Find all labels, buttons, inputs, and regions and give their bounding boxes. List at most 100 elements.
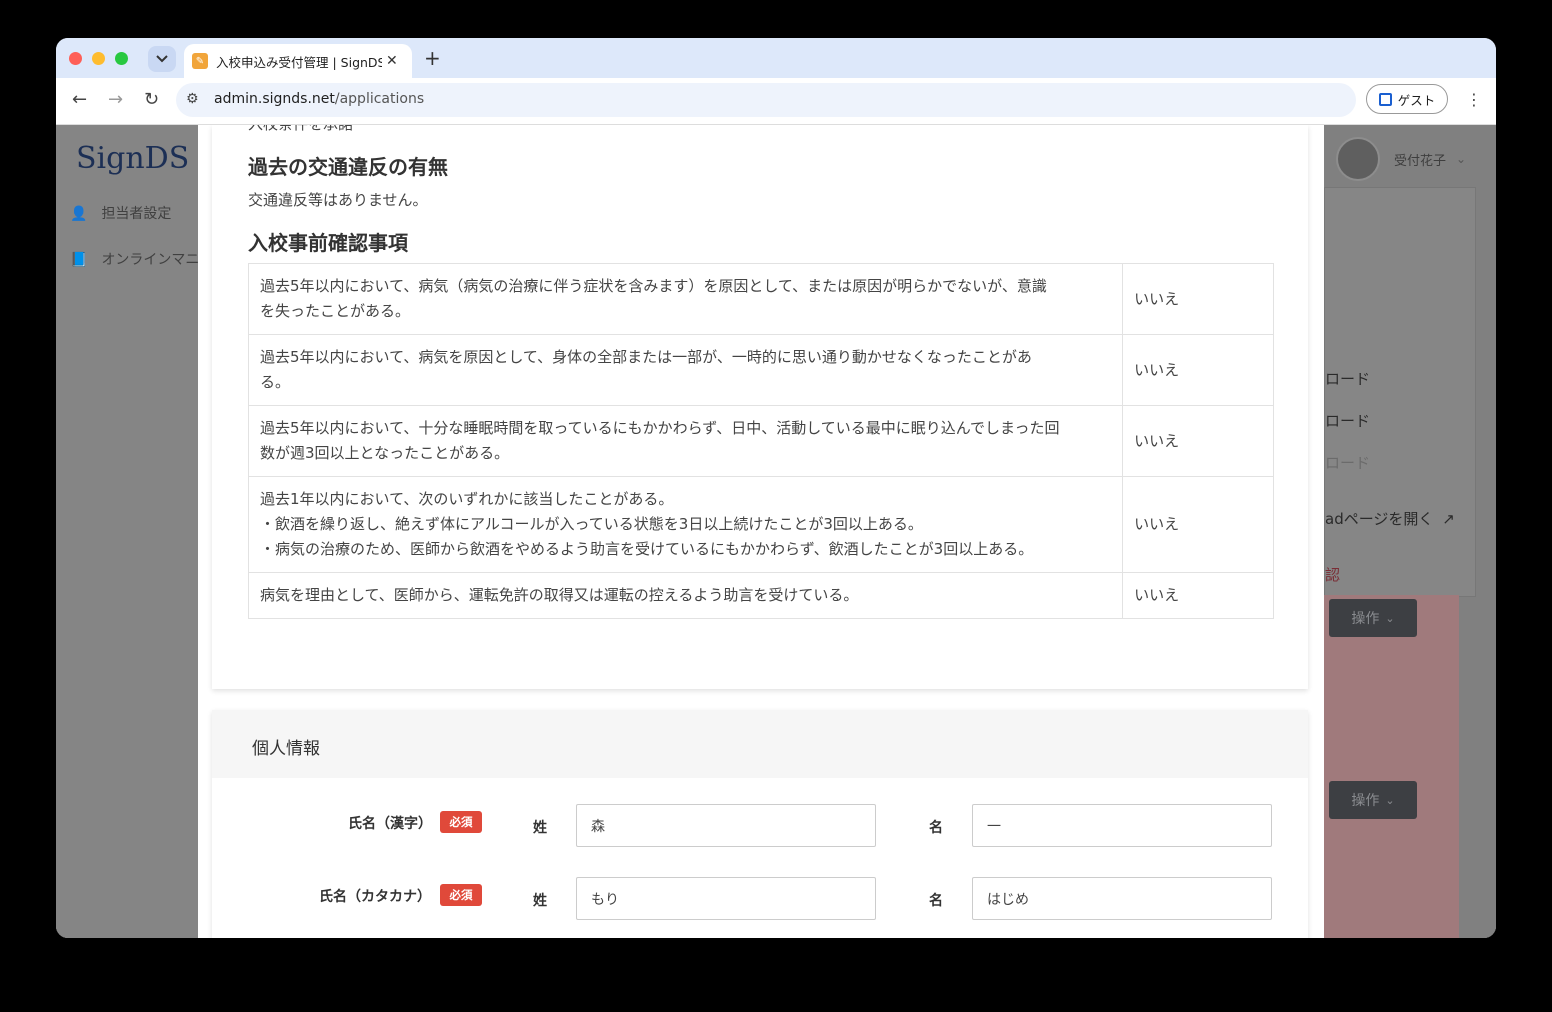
question-line: ・飲酒を繰り返し、絶えず体にアルコールが入っている状態を3日以上続けたことが3回…	[260, 515, 923, 533]
violation-text: 交通違反等はありません。	[248, 191, 428, 209]
profile-icon	[1378, 92, 1392, 106]
guest-label: ゲスト	[1397, 92, 1436, 108]
application-detail-modal: 入校条件を承諾 過去の交通違反の有無 交通違反等はありません。 入校事前確認事項…	[198, 125, 1324, 938]
user-menu: 受付花子 ⌄	[1336, 137, 1466, 181]
application-conditions-card: 入校条件を承諾 過去の交通違反の有無 交通違反等はありません。 入校事前確認事項…	[212, 125, 1308, 689]
name-kana-sei-input[interactable]	[576, 877, 876, 920]
table-row: 過去5年以内において、病気を原因として、身体の全部または一部が、一時的に思い通り…	[247, 334, 1274, 406]
chevron-down-icon	[156, 55, 168, 63]
dropdown-item: ロード	[1325, 412, 1371, 430]
question-line: ・病気の治療のため、医師から飲酒をやめるよう助言を受けているにもかかわらず、飲酒…	[260, 540, 1034, 558]
operation-button-label: 操作	[1351, 793, 1380, 809]
external-link-icon: ↗	[1442, 510, 1455, 528]
violation-heading: 過去の交通違反の有無	[248, 155, 448, 179]
name-kanji-label: 氏名（漢字）	[348, 816, 432, 832]
personal-info-header: 個人情報	[212, 710, 1308, 778]
browser-window: ✎ 入校申込み受付管理 | SignDS（ ✕ + ← → ↻ ⚙ admin.…	[56, 38, 1496, 938]
pre-admission-checks-table: 過去5年以内において、病気（病気の治療に伴う症状を含みます）を原因として、または…	[247, 263, 1274, 619]
required-badge: 必須	[440, 811, 482, 833]
question-line: 病気を理由として、医師から、運転免許の取得又は運転の控えるよう助言を受けている。	[260, 586, 859, 604]
name-kanji-mei-input[interactable]	[972, 804, 1272, 847]
sei-label: 姓	[533, 820, 547, 836]
maximize-window-button[interactable]	[115, 52, 128, 65]
chevron-down-icon: ⌄	[1385, 611, 1395, 625]
question-cell: 過去5年以内において、十分な睡眠時間を取っているにもかかわらず、日中、活動してい…	[247, 405, 1124, 477]
new-tab-button[interactable]: +	[424, 46, 441, 70]
mei-label: 名	[929, 820, 943, 836]
question-line: を失ったことがある。	[260, 302, 411, 320]
sei-label: 姓	[533, 893, 547, 909]
question-line: 過去5年以内において、病気（病気の治療に伴う症状を含みます）を原因として、または…	[260, 277, 1047, 295]
sidebar-item-label: オンラインマニ	[101, 252, 200, 268]
dropdown-item-open-page: adページを開く ↗	[1325, 508, 1455, 529]
address-bar[interactable]: ⚙ admin.signds.net/applications	[176, 83, 1356, 117]
url-domain: admin.signds.net	[214, 91, 335, 107]
sidebar-item-online-manual: 📘 オンラインマニ	[70, 249, 199, 269]
answer-cell: いいえ	[1122, 476, 1274, 573]
personal-info-card: 個人情報 氏名（漢字） 必須 姓 名 氏名（カタカナ） 必須 姓 名	[212, 710, 1308, 938]
question-line: 過去5年以内において、十分な睡眠時間を取っているにもかかわらず、日中、活動してい…	[260, 419, 1060, 437]
operation-button: 操作 ⌄	[1329, 781, 1417, 819]
page-viewport: SignDS 👤 担当者設定 📘 オンラインマニ 受付花子 ⌄ ロード ロード ロー…	[56, 125, 1496, 938]
sidebar-item-label: 担当者設定	[101, 206, 172, 222]
operation-button-label: 操作	[1351, 611, 1380, 627]
operation-button: 操作 ⌄	[1329, 599, 1417, 637]
name-kana-mei-input[interactable]	[972, 877, 1272, 920]
question-line: る。	[260, 373, 291, 391]
browser-toolbar: ← → ↻ ⚙ admin.signds.net/applications ゲス…	[56, 78, 1496, 125]
forward-arrow-icon[interactable]: →	[108, 89, 123, 110]
answer-cell: いいえ	[1122, 263, 1274, 335]
personal-info-title: 個人情報	[252, 739, 320, 759]
avatar	[1336, 137, 1380, 181]
question-cell: 病気を理由として、医師から、運転免許の取得又は運転の控えるよう助言を受けている。	[247, 572, 1124, 619]
answer-cell: いいえ	[1122, 572, 1274, 619]
question-line: 過去1年以内において、次のいずれかに該当したことがある。	[260, 490, 674, 508]
close-tab-icon[interactable]: ✕	[386, 53, 398, 69]
name-kana-label: 氏名（カタカナ）	[319, 889, 431, 905]
checks-heading: 入校事前確認事項	[248, 231, 408, 255]
question-cell: 過去5年以内において、病気（病気の治療に伴う症状を含みます）を原因として、または…	[247, 263, 1124, 335]
table-row: 過去1年以内において、次のいずれかに該当したことがある。 ・飲酒を繰り返し、絶え…	[247, 476, 1274, 573]
table-row: 過去5年以内において、病気（病気の治療に伴う症状を含みます）を原因として、または…	[247, 263, 1274, 335]
profile-guest-button[interactable]: ゲスト	[1366, 84, 1448, 114]
minimize-window-button[interactable]	[92, 52, 105, 65]
chevron-down-icon: ⌄	[1385, 793, 1395, 807]
tab-bar: ✎ 入校申込み受付管理 | SignDS（ ✕ +	[56, 38, 1496, 78]
mei-label: 名	[929, 893, 943, 909]
url-path: /applications	[334, 91, 425, 107]
back-arrow-icon[interactable]: ←	[72, 89, 87, 110]
background-dropdown-menu: ロード ロード ロード adページを開く ↗ 認	[1324, 187, 1476, 597]
close-window-button[interactable]	[69, 52, 82, 65]
background-sidebar: SignDS 👤 担当者設定 📘 オンラインマニ	[56, 125, 206, 938]
browser-tab[interactable]: ✎ 入校申込み受付管理 | SignDS（ ✕	[184, 44, 412, 78]
required-badge: 必須	[440, 884, 482, 906]
site-favicon-icon: ✎	[192, 53, 208, 69]
question-cell: 過去5年以内において、病気を原因として、身体の全部または一部が、一時的に思い通り…	[247, 334, 1124, 406]
table-row: 病気を理由として、医師から、運転免許の取得又は運転の控えるよう助言を受けている。…	[247, 572, 1274, 619]
answer-cell: いいえ	[1122, 405, 1274, 477]
question-line: 過去5年以内において、病気を原因として、身体の全部または一部が、一時的に思い通り…	[260, 348, 1032, 366]
sidebar-item-staff-settings: 👤 担当者設定	[70, 203, 171, 223]
question-line: 数が週3回以上となったことがある。	[260, 444, 510, 462]
tab-search-button[interactable]	[148, 46, 176, 72]
app-logo: SignDS	[76, 141, 190, 176]
truncated-text: 入校条件を承諾	[248, 125, 353, 134]
dropdown-item: 認	[1325, 566, 1341, 584]
chevron-down-icon: ⌄	[1456, 152, 1467, 166]
name-kanji-sei-input[interactable]	[576, 804, 876, 847]
tab-title: 入校申込み受付管理 | SignDS（	[216, 54, 382, 70]
dropdown-item-label: adページを開く	[1325, 510, 1434, 528]
book-icon: 📘	[70, 252, 88, 268]
more-menu-icon[interactable]: ⋮	[1466, 90, 1482, 109]
background-row-highlight: 操作 ⌄ 操作 ⌄	[1324, 595, 1459, 938]
answer-cell: いいえ	[1122, 334, 1274, 406]
dropdown-item: ロード	[1325, 454, 1371, 472]
question-cell: 過去1年以内において、次のいずれかに該当したことがある。 ・飲酒を繰り返し、絶え…	[247, 476, 1124, 573]
dropdown-item: ロード	[1325, 370, 1371, 388]
user-icon: 👤	[70, 206, 88, 222]
reload-icon[interactable]: ↻	[144, 89, 159, 110]
url-text: admin.signds.net/applications	[214, 91, 424, 107]
background-right-panel: 受付花子 ⌄ ロード ロード ロード adページを開く ↗ 認 操作 ⌄ 操作 …	[1324, 125, 1496, 938]
site-settings-icon[interactable]: ⚙	[186, 91, 199, 107]
user-name: 受付花子	[1394, 153, 1447, 169]
